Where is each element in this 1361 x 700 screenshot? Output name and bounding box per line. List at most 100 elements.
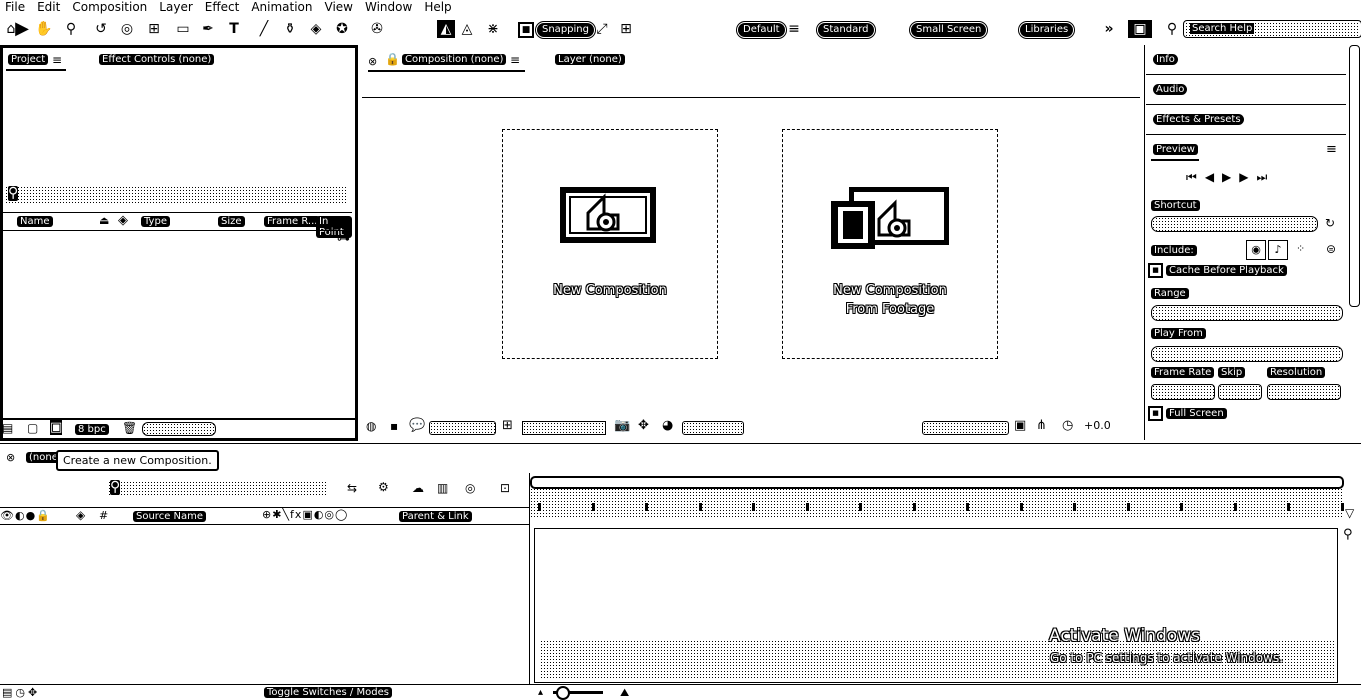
new-folder-icon[interactable]: ▢ xyxy=(27,421,38,435)
tab-project[interactable]: Project xyxy=(8,54,49,65)
col-frame-rate[interactable]: Frame R... xyxy=(264,216,321,227)
resolution-dropdown[interactable] xyxy=(682,421,744,435)
comp-flow-icon[interactable]: ⇆ xyxy=(347,481,357,495)
menu-composition[interactable]: Composition xyxy=(67,0,154,15)
bpc-label[interactable]: 8 bpc xyxy=(75,424,109,435)
always-preview-icon[interactable]: ◍ xyxy=(366,419,376,433)
pan-behind-icon[interactable]: ⊞ xyxy=(145,20,163,38)
col-size[interactable]: Size xyxy=(218,216,245,227)
thumbnail-slider[interactable] xyxy=(142,422,216,436)
network-icon[interactable]: ⋔ xyxy=(1036,418,1047,433)
tag-icon[interactable]: ◈ xyxy=(118,213,128,228)
tab-effects-presets[interactable]: Effects & Presets xyxy=(1153,114,1244,125)
snapping-checkbox-icon[interactable]: ■ xyxy=(518,22,534,38)
timeline-bottom-icons[interactable]: ▤◷✥ xyxy=(2,686,40,699)
search-help-icon[interactable]: ⚲ xyxy=(1163,20,1181,38)
type-tool-icon[interactable]: T xyxy=(225,20,243,38)
clone-stamp-icon[interactable]: ⚱ xyxy=(281,20,299,38)
timecode-display[interactable] xyxy=(522,421,606,435)
selection-tool-icon[interactable]: ▶ xyxy=(13,20,31,38)
comment-icon[interactable]: 💬 xyxy=(409,418,425,433)
include-audio-icon[interactable]: ♪ xyxy=(1268,240,1288,260)
range-dropdown[interactable] xyxy=(1151,305,1343,321)
grid-icon[interactable]: ⊞ xyxy=(502,418,513,433)
tab-info[interactable]: Info xyxy=(1153,54,1178,65)
skip-dropdown[interactable] xyxy=(1218,384,1262,400)
more-workspaces-icon[interactable]: » xyxy=(1100,20,1118,38)
source-name-column[interactable]: Source Name xyxy=(133,511,207,522)
color-icon[interactable]: ◕ xyxy=(662,418,673,433)
hand-tool-icon[interactable]: ✋ xyxy=(35,20,53,38)
zoom-slider-thumb[interactable] xyxy=(556,686,570,700)
show-channel-icon[interactable]: ✥ xyxy=(638,418,649,433)
comp-marker-bin-icon[interactable]: ▽ xyxy=(1345,506,1354,520)
menu-view[interactable]: View xyxy=(320,0,360,15)
previous-frame-icon[interactable]: ◀ xyxy=(1205,170,1222,184)
workspace-standard[interactable]: Standard xyxy=(816,21,876,39)
label-icon[interactable]: ⏏ xyxy=(99,214,109,227)
zoom-in-icon[interactable]: ⛰ xyxy=(620,686,629,700)
parent-link-column[interactable]: Parent & Link xyxy=(399,511,472,522)
include-layer-icon[interactable]: ⊜ xyxy=(1326,242,1336,256)
menu-help[interactable]: Help xyxy=(419,0,458,15)
grid-snap-icon[interactable]: ⊞ xyxy=(617,20,635,38)
menu-edit[interactable]: Edit xyxy=(32,0,67,15)
menu-layer[interactable]: Layer xyxy=(154,0,199,15)
shortcut-dropdown[interactable] xyxy=(1151,216,1318,232)
workspace-libraries[interactable]: Libraries xyxy=(1017,21,1076,39)
delete-icon[interactable]: 🗑 xyxy=(122,421,137,435)
graph-editor-icon[interactable]: ⊡ xyxy=(500,481,510,495)
draft-3d-icon[interactable]: ⚙ xyxy=(378,480,389,494)
snap-options-icon[interactable]: ⤢ xyxy=(593,20,611,38)
vr-icon[interactable]: ▪ xyxy=(390,419,398,433)
menu-window[interactable]: Window xyxy=(360,0,419,15)
close-icon[interactable]: ⊗ xyxy=(368,55,377,68)
workspace-default[interactable]: Default xyxy=(736,21,787,39)
project-menu-icon[interactable]: ≡ xyxy=(52,53,62,67)
layer-number-icon[interactable]: # xyxy=(99,509,108,522)
workspace-menu-icon[interactable]: ≡ xyxy=(785,20,803,38)
tab-layer[interactable]: Layer (none) xyxy=(555,54,625,65)
rotate-tool-icon[interactable]: ↺ xyxy=(92,20,110,38)
magnification-dropdown[interactable] xyxy=(429,421,496,435)
toggle-switches-modes[interactable]: Toggle Switches / Modes xyxy=(264,687,392,698)
workspace-small-screen[interactable]: Small Screen xyxy=(908,21,989,39)
next-frame-icon[interactable]: ▶ xyxy=(1239,170,1256,184)
timeline-search-input[interactable] xyxy=(108,481,327,496)
project-search-input[interactable] xyxy=(5,186,348,203)
tab-effect-controls[interactable]: Effect Controls (none) xyxy=(99,54,215,65)
zoom-out-icon[interactable]: ▴ xyxy=(538,687,543,698)
pen-tool-icon[interactable]: ✒ xyxy=(199,20,217,38)
resolution-dropdown[interactable] xyxy=(1267,384,1341,400)
frame-blending-icon[interactable]: ▥ xyxy=(437,481,448,495)
first-frame-icon[interactable]: ⏮ xyxy=(1186,170,1205,184)
snapping-label[interactable]: Snapping xyxy=(535,21,596,39)
menu-effect[interactable]: Effect xyxy=(200,0,247,15)
play-icon[interactable]: ▶ xyxy=(1222,170,1239,184)
timeline-close-icon[interactable]: ⊗ xyxy=(6,451,15,464)
sync-settings-icon[interactable]: ▣ xyxy=(1128,20,1152,38)
roto-brush-icon[interactable]: ✪ xyxy=(333,20,351,38)
local-axis-icon[interactable]: ◭ xyxy=(437,20,455,38)
puppet-tool-icon[interactable]: ✇ xyxy=(368,20,386,38)
last-frame-icon[interactable]: ⏭ xyxy=(1257,170,1276,184)
label-column-icon[interactable]: ◈ xyxy=(76,508,85,522)
tab-composition[interactable]: Composition (none) xyxy=(402,54,507,65)
full-screen-checkbox[interactable]: ■ xyxy=(1148,406,1163,421)
play-from-dropdown[interactable] xyxy=(1151,346,1343,362)
menu-file[interactable]: File xyxy=(0,0,32,15)
tab-audio[interactable]: Audio xyxy=(1153,84,1188,95)
reset-icon[interactable]: ↻ xyxy=(1325,216,1335,230)
exposure-value-icon[interactable]: +0.0 xyxy=(1084,419,1111,432)
motion-blur-icon[interactable]: ◎ xyxy=(465,481,475,495)
view-axis-icon[interactable]: ⋇ xyxy=(484,20,502,38)
switches-column-icons[interactable]: ⊕✱╲fx▣◐◎◯ xyxy=(262,508,348,521)
include-video-icon[interactable]: ◉ xyxy=(1246,240,1266,260)
new-composition-from-footage-card[interactable]: New Composition From Footage xyxy=(782,129,998,359)
comp-menu-icon[interactable]: ≡ xyxy=(510,53,520,67)
view-layout-icon[interactable]: ▣ xyxy=(1014,418,1026,433)
preview-menu-icon[interactable]: ≡ xyxy=(1326,142,1337,157)
shy-layers-icon[interactable]: ☁ xyxy=(412,481,424,495)
world-axis-icon[interactable]: ◬ xyxy=(458,20,476,38)
cache-checkbox[interactable]: ■ xyxy=(1148,263,1163,278)
